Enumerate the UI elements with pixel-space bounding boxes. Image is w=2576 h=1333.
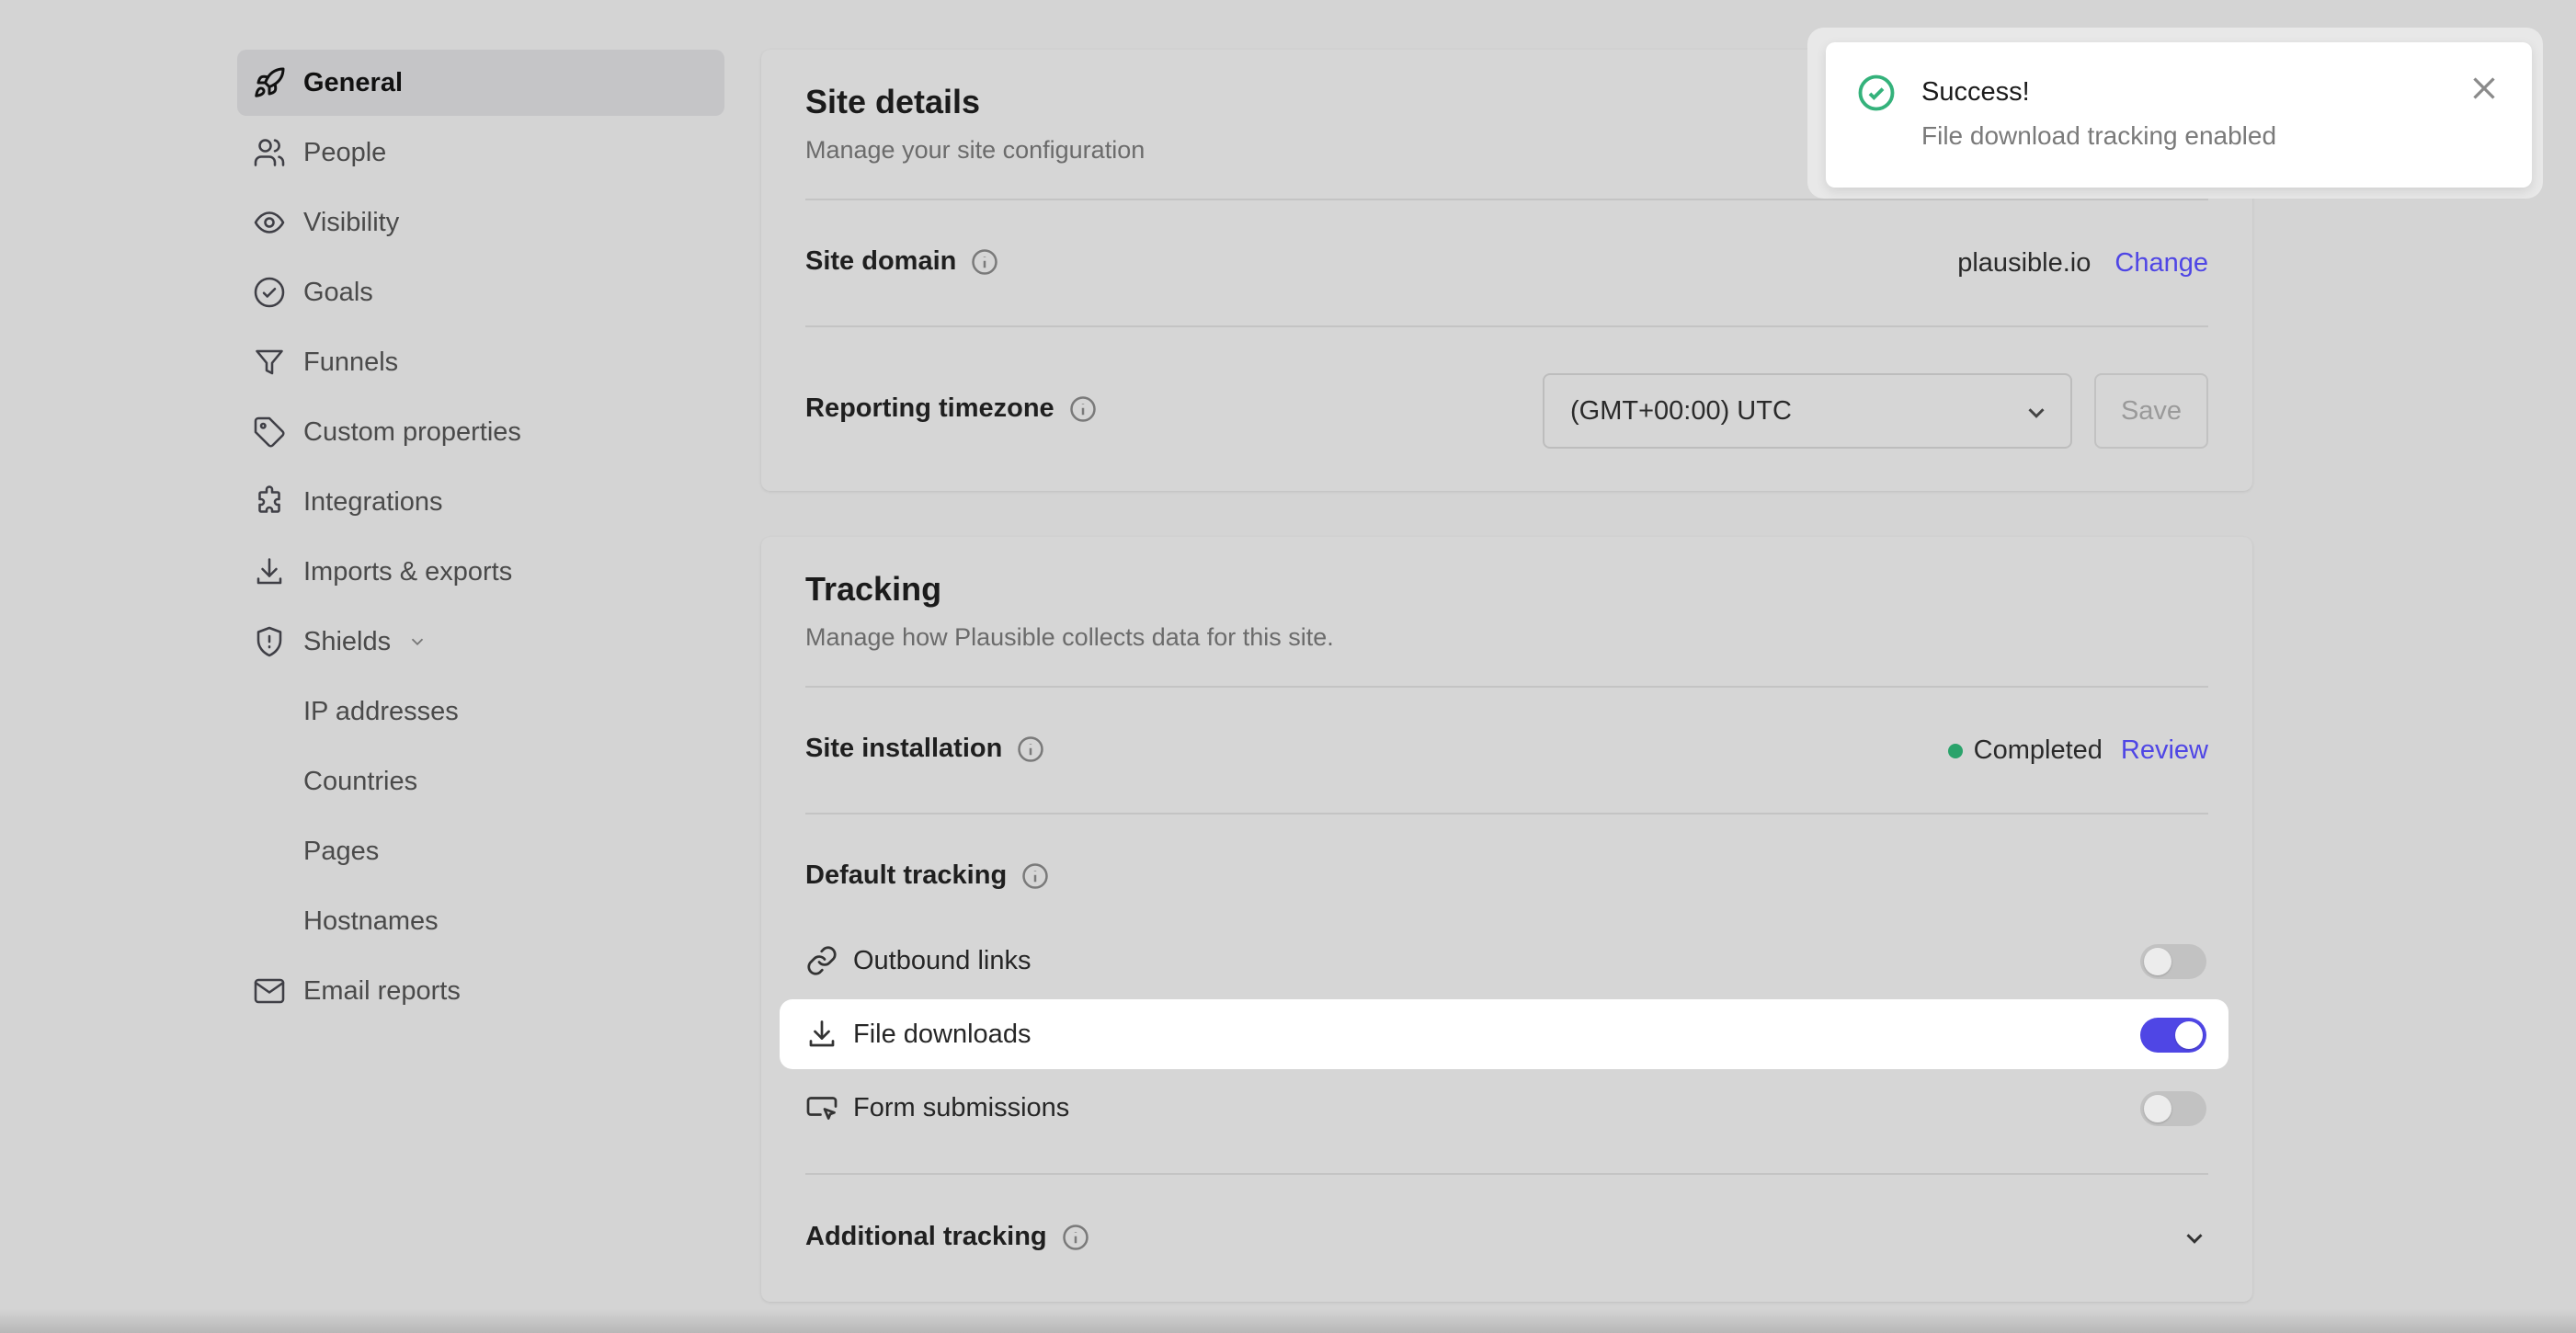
chevron-down-icon (2023, 399, 2050, 427)
success-toast: Success! File download tracking enabled (1826, 42, 2532, 188)
sidebar-item-label: Pages (303, 836, 380, 866)
sidebar-item-label: Hostnames (303, 906, 439, 936)
info-icon[interactable] (971, 248, 998, 276)
timezone-select[interactable]: (GMT+00:00) UTC (1543, 373, 2072, 449)
sidebar-item-visibility[interactable]: Visibility (237, 189, 724, 256)
eye-icon (252, 205, 287, 240)
settings-page: General People Visibility Goals Funnels (0, 0, 2576, 1333)
site-domain-value: plausible.io (1957, 248, 2092, 278)
outbound-links-toggle[interactable] (2140, 944, 2206, 979)
divider (805, 1173, 2208, 1175)
toggle-knob (2175, 1021, 2203, 1049)
bottom-shadow (0, 1309, 2576, 1333)
rocket-icon (252, 65, 287, 100)
sidebar-item-goals[interactable]: Goals (237, 259, 724, 325)
status-dot (1947, 743, 1963, 758)
close-icon[interactable] (2468, 72, 2501, 105)
info-icon[interactable] (1062, 1224, 1089, 1251)
sidebar-item-label: Funnels (303, 347, 399, 377)
tracking-title: Tracking (805, 570, 942, 608)
sidebar-item-label: Custom properties (303, 416, 521, 447)
site-installation-row: Site installation (805, 734, 1044, 764)
site-details-subtitle: Manage your site configuration (805, 136, 1146, 164)
sidebar-item-people[interactable]: People (237, 120, 724, 186)
tracking-subtitle: Manage how Plausible collects data for t… (805, 623, 1334, 651)
chevron-down-icon[interactable] (407, 632, 427, 652)
save-button[interactable]: Save (2094, 373, 2208, 449)
review-link[interactable]: Review (2121, 735, 2208, 766)
change-domain-link[interactable]: Change (2114, 248, 2208, 278)
info-icon[interactable] (1017, 735, 1044, 763)
tag-icon (252, 415, 287, 450)
sidebar-item-label: General (303, 67, 403, 97)
sidebar-item-integrations[interactable]: Integrations (237, 469, 724, 535)
site-details-title: Site details (805, 83, 981, 120)
envelope-icon (252, 974, 287, 1008)
puzzle-icon (252, 484, 287, 519)
divider (805, 199, 2208, 200)
toggle-knob (2144, 948, 2171, 975)
additional-tracking-label: Additional tracking (805, 1222, 1047, 1251)
default-tracking-label: Default tracking (805, 860, 1008, 890)
sidebar-item-custom-properties[interactable]: Custom properties (237, 399, 724, 465)
tracking-option-label: Form submissions (853, 1092, 1070, 1122)
link-icon (805, 944, 838, 977)
sidebar-item-general[interactable]: General (237, 50, 724, 116)
installation-status: Completed (1973, 735, 2103, 765)
sidebar-item-imports-exports[interactable]: Imports & exports (237, 539, 724, 605)
toast-message: File download tracking enabled (1921, 121, 2277, 150)
tracking-option-outbound-links: Outbound links (780, 926, 2228, 996)
site-domain-value-group: plausible.io Change (1957, 248, 2208, 279)
divider (805, 813, 2208, 815)
sidebar-item-label: IP addresses (303, 696, 459, 726)
timezone-row: Reporting timezone (805, 393, 1097, 424)
default-tracking-row: Default tracking (805, 860, 1049, 891)
sidebar-item-label: Shields (303, 626, 392, 656)
tracking-option-file-downloads: File downloads (780, 999, 2228, 1069)
tracking-card: Tracking Manage how Plausible collects d… (761, 537, 2252, 1302)
site-domain-row: Site domain (805, 246, 998, 277)
sidebar-item-shields[interactable]: Shields (237, 609, 724, 675)
divider (805, 325, 2208, 327)
sidebar-item-email-reports[interactable]: Email reports (237, 958, 724, 1024)
chevron-down-icon[interactable] (2181, 1225, 2208, 1252)
form-submissions-toggle[interactable] (2140, 1091, 2206, 1126)
settings-sidebar: General People Visibility Goals Funnels (237, 50, 724, 1028)
download-icon (805, 1018, 838, 1051)
check-circle-icon (1857, 74, 1896, 112)
site-installation-label: Site installation (805, 734, 1003, 763)
toggle-knob (2144, 1095, 2171, 1122)
file-downloads-toggle[interactable] (2140, 1018, 2206, 1053)
form-cursor-icon (805, 1091, 838, 1124)
sidebar-item-ip-addresses[interactable]: IP addresses (237, 678, 724, 745)
check-circle-icon (252, 275, 287, 310)
sidebar-item-funnels[interactable]: Funnels (237, 329, 724, 395)
toast-title: Success! (1921, 77, 2030, 107)
funnel-icon (252, 345, 287, 380)
additional-tracking-toggle[interactable]: Additional tracking (805, 1222, 1089, 1252)
people-icon (252, 135, 287, 170)
tracking-option-label: File downloads (853, 1019, 1032, 1049)
info-icon[interactable] (1069, 395, 1097, 423)
info-icon[interactable] (1021, 862, 1049, 890)
sidebar-item-label: Email reports (303, 975, 461, 1006)
sidebar-item-label: Integrations (303, 486, 443, 517)
installation-status-group: Completed Review (1947, 735, 2208, 766)
divider (805, 686, 2208, 688)
sidebar-item-hostnames[interactable]: Hostnames (237, 888, 724, 954)
sidebar-item-label: Visibility (303, 207, 400, 237)
sidebar-item-pages[interactable]: Pages (237, 818, 724, 884)
shield-icon (252, 624, 287, 659)
tracking-option-label: Outbound links (853, 945, 1032, 975)
download-icon (252, 554, 287, 589)
sidebar-item-label: Countries (303, 766, 418, 796)
timezone-selected-value: (GMT+00:00) UTC (1570, 395, 1792, 426)
sidebar-item-label: Imports & exports (303, 556, 513, 587)
site-domain-label: Site domain (805, 246, 957, 276)
sidebar-item-countries[interactable]: Countries (237, 748, 724, 815)
tracking-option-form-submissions: Form submissions (780, 1073, 2228, 1143)
sidebar-item-label: People (303, 137, 387, 167)
timezone-label: Reporting timezone (805, 393, 1054, 423)
sidebar-item-label: Goals (303, 277, 373, 307)
